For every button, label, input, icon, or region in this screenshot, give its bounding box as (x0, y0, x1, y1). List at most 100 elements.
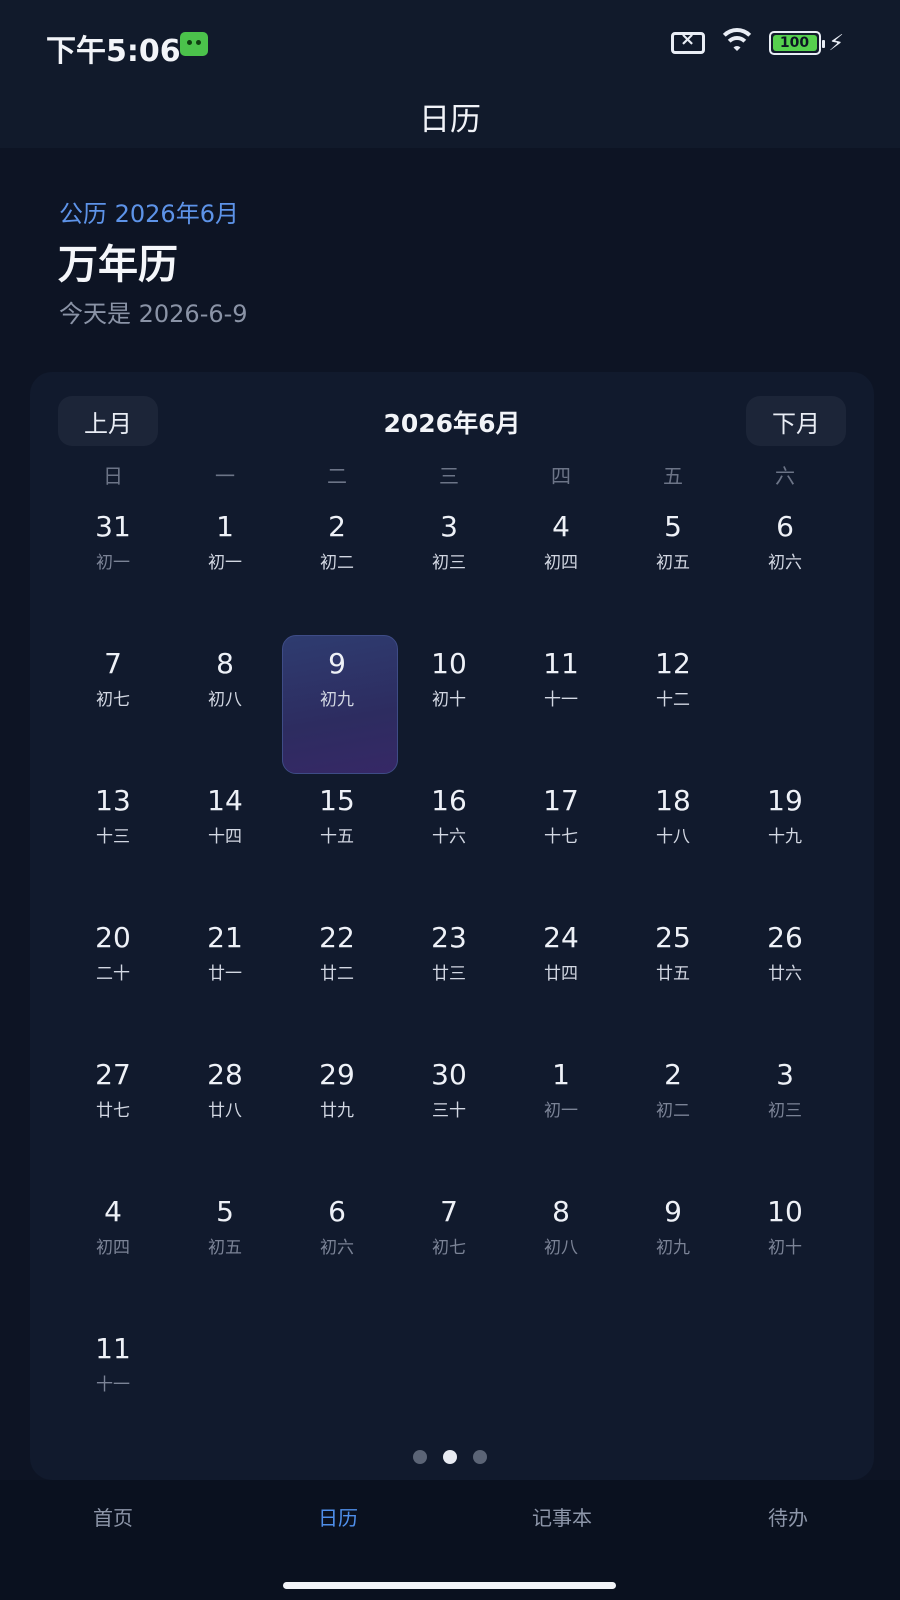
calendar-day[interactable]: 15 十五 (281, 772, 393, 909)
lunar-date: 十一 (96, 1375, 130, 1395)
calendar-day[interactable]: 30 三十 (393, 1046, 505, 1183)
lunar-date: 廿九 (320, 1101, 354, 1121)
lunar-date: 廿三 (432, 964, 466, 984)
lunar-date: 初十 (432, 690, 466, 710)
calendar-day[interactable]: 2 初二 (617, 1046, 729, 1183)
calendar-day[interactable]: 12 十二 (617, 635, 729, 772)
calendar-day[interactable]: 19 十九 (729, 772, 841, 909)
day-number: 2 (328, 510, 346, 543)
lunar-date: 十五 (320, 827, 354, 847)
calendar-day[interactable]: 26 廿六 (729, 909, 841, 1046)
lunar-date: 十四 (208, 827, 242, 847)
calendar-day[interactable]: 7 初七 (393, 1183, 505, 1320)
lunar-date: 廿八 (208, 1101, 242, 1121)
calendar-day[interactable]: 23 廿三 (393, 909, 505, 1046)
tab-todo[interactable]: 待办 (728, 1502, 848, 1531)
day-number: 30 (431, 1058, 467, 1091)
calendar-day[interactable]: 2 初二 (281, 498, 393, 635)
day-number: 21 (207, 921, 243, 954)
status-time: 下午5:06 (46, 34, 181, 69)
lunar-date: 十八 (656, 827, 690, 847)
lunar-date: 初九 (656, 1238, 690, 1258)
calendar-day[interactable]: 6 初六 (729, 498, 841, 635)
lunar-date: 廿七 (96, 1101, 130, 1121)
calendar-day[interactable]: 29 廿九 (281, 1046, 393, 1183)
calendar-day[interactable]: 8 初八 (169, 635, 281, 772)
calendar-day[interactable]: 1 初一 (169, 498, 281, 635)
day-number: 6 (328, 1195, 346, 1228)
calendar-day[interactable]: 25 廿五 (617, 909, 729, 1046)
calendar-day[interactable]: 17 十七 (505, 772, 617, 909)
calendar-day[interactable]: 4 初四 (505, 498, 617, 635)
page-dot[interactable] (413, 1450, 427, 1464)
day-number: 5 (216, 1195, 234, 1228)
calendar-day[interactable]: 13 十三 (57, 772, 169, 909)
day-number: 8 (552, 1195, 570, 1228)
calendar-day[interactable]: 4 初四 (57, 1183, 169, 1320)
day-number: 7 (440, 1195, 458, 1228)
lunar-date: 初四 (96, 1238, 130, 1258)
day-number: 13 (95, 784, 131, 817)
day-number: 3 (440, 510, 458, 543)
home-indicator[interactable] (283, 1582, 616, 1589)
lunar-date: 初八 (208, 690, 242, 710)
calendar-day[interactable]: 10 初十 (393, 635, 505, 772)
lunar-date: 三十 (432, 1101, 466, 1121)
calendar-day[interactable]: 31 初一 (57, 498, 169, 635)
app-notification-icon (180, 32, 208, 56)
calendar-day-selected[interactable]: 9 初九 (281, 635, 398, 774)
calendar-day[interactable]: 16 十六 (393, 772, 505, 909)
header-subtitle: 公历 2026年6月 (59, 200, 239, 228)
day-number: 27 (95, 1058, 131, 1091)
lunar-date: 初八 (544, 1238, 578, 1258)
calendar-grid: 31 初一 1 初一 2 初二 3 初三 4 初四 5 初五 6 初六 7 初七 8 初八 9 初九 10 初十 11 十一 1… (57, 498, 841, 1457)
calendar-day[interactable]: 5 初五 (617, 498, 729, 635)
calendar-day[interactable]: 8 初八 (505, 1183, 617, 1320)
page-dot-active[interactable] (443, 1450, 457, 1464)
calendar-day[interactable]: 5 初五 (169, 1183, 281, 1320)
calendar-day[interactable]: 11 十一 (505, 635, 617, 772)
calendar-day[interactable]: 22 廿二 (281, 909, 393, 1046)
day-number: 22 (319, 921, 355, 954)
lunar-date: 初二 (320, 553, 354, 573)
tab-calendar[interactable]: 日历 (278, 1502, 398, 1531)
calendar-day[interactable]: 3 初三 (729, 1046, 841, 1183)
weekday-label: 五 (663, 464, 683, 488)
day-number: 18 (655, 784, 691, 817)
calendar-day[interactable]: 27 廿七 (57, 1046, 169, 1183)
tab-home[interactable]: 首页 (53, 1502, 173, 1531)
lunar-date: 初五 (208, 1238, 242, 1258)
calendar-day[interactable]: 21 廿一 (169, 909, 281, 1046)
tab-notebook[interactable]: 记事本 (502, 1502, 622, 1531)
calendar-day[interactable]: 10 初十 (729, 1183, 841, 1320)
weekday-label: 日 (103, 464, 123, 488)
lunar-date: 初一 (208, 553, 242, 573)
lunar-date: 二十 (96, 964, 130, 984)
weekday-label: 二 (327, 464, 347, 488)
page-indicator (0, 1450, 900, 1464)
day-number: 23 (431, 921, 467, 954)
calendar-day[interactable]: 28 廿八 (169, 1046, 281, 1183)
calendar-day[interactable]: 9 初九 (617, 1183, 729, 1320)
calendar-day[interactable]: 20 二十 (57, 909, 169, 1046)
day-number: 2 (664, 1058, 682, 1091)
lunar-date: 十七 (544, 827, 578, 847)
next-month-button[interactable]: 下月 (746, 396, 846, 446)
lunar-date: 初十 (768, 1238, 802, 1258)
lunar-date: 廿一 (208, 964, 242, 984)
day-number: 5 (664, 510, 682, 543)
calendar-day[interactable]: 1 初一 (505, 1046, 617, 1183)
calendar-day[interactable]: 14 十四 (169, 772, 281, 909)
calendar-day[interactable]: 3 初三 (393, 498, 505, 635)
calendar-day[interactable]: 7 初七 (57, 635, 169, 772)
lunar-date: 初四 (544, 553, 578, 573)
page-dot[interactable] (473, 1450, 487, 1464)
calendar-day[interactable]: 24 廿四 (505, 909, 617, 1046)
day-number: 14 (207, 784, 243, 817)
calendar-day[interactable]: 6 初六 (281, 1183, 393, 1320)
lunar-date: 初三 (768, 1101, 802, 1121)
calendar-day-empty (729, 635, 841, 772)
calendar-day[interactable]: 11 十一 (57, 1320, 169, 1457)
no-sim-icon: × (670, 29, 705, 54)
calendar-day[interactable]: 18 十八 (617, 772, 729, 909)
